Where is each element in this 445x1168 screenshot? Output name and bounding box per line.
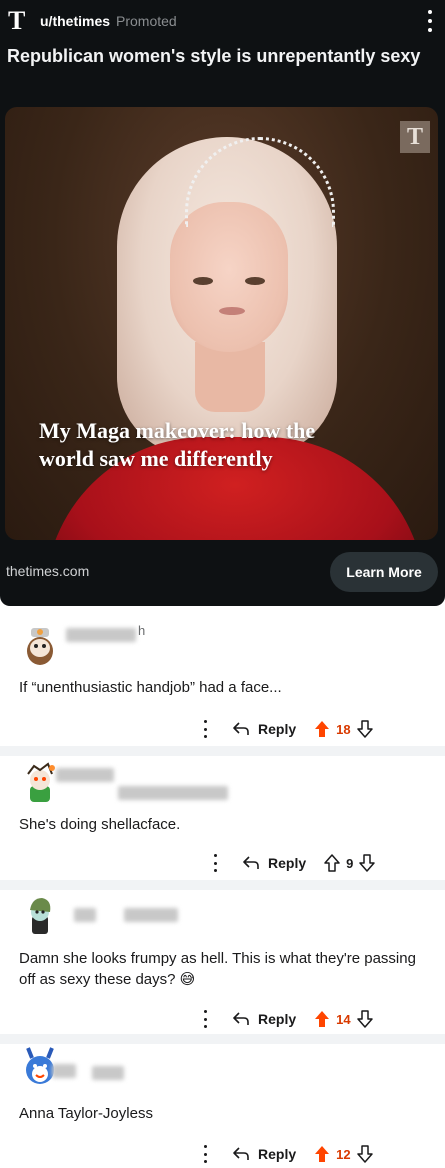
username-suffix: h — [138, 623, 146, 638]
reply-label: Reply — [258, 721, 297, 737]
reply-arrow-icon — [233, 1012, 249, 1025]
vote-score: 18 — [336, 721, 351, 737]
image-neck-shape — [195, 342, 265, 412]
promoted-post-card[interactable]: T u/thetimes Promoted Republican women's… — [0, 0, 445, 606]
comment: Anna Taylor-Joyless Reply 12 — [0, 1044, 445, 1168]
comment-actions: Reply 12 — [198, 1142, 373, 1166]
reply-arrow-icon — [243, 856, 259, 869]
image-mouth-shape — [219, 307, 245, 315]
reply-label: Reply — [258, 1011, 297, 1027]
image-headline: My Maga makeover: how the world saw me d… — [39, 418, 316, 471]
more-options-icon[interactable] — [425, 10, 435, 32]
user-avatar[interactable] — [18, 624, 62, 668]
more-vertical-icon[interactable] — [198, 1010, 212, 1028]
username-redacted — [66, 628, 136, 642]
upvote-arrow-icon[interactable] — [314, 1010, 330, 1028]
username-redacted — [92, 1066, 124, 1080]
more-vertical-icon[interactable] — [198, 720, 212, 738]
vote-controls: 12 — [314, 1145, 373, 1163]
vote-controls: 18 — [314, 720, 373, 738]
reply-button[interactable]: Reply — [242, 855, 306, 871]
comment-text: Damn she looks frumpy as hell. This is w… — [19, 950, 416, 988]
upvote-arrow-icon[interactable] — [324, 854, 340, 872]
vote-score: 14 — [336, 1011, 351, 1027]
user-avatar[interactable] — [18, 892, 62, 936]
upvote-arrow-icon[interactable] — [314, 1145, 330, 1163]
comment-divider — [0, 1034, 445, 1044]
reply-label: Reply — [268, 855, 307, 871]
ad-domain-link[interactable]: thetimes.com — [6, 563, 89, 579]
comment: h If “unenthusiastic handjob” had a face… — [0, 620, 445, 748]
comment-divider — [0, 880, 445, 890]
vote-score: 9 — [346, 855, 354, 871]
reply-button[interactable]: Reply — [232, 1146, 296, 1162]
comment-text: She's doing shellacface. — [19, 816, 181, 833]
downvote-arrow-icon[interactable] — [359, 854, 376, 872]
more-vertical-icon[interactable] — [208, 854, 222, 872]
post-header: T u/thetimes Promoted — [8, 8, 177, 34]
comment-actions: Reply 14 — [198, 1007, 373, 1031]
promoted-label: Promoted — [116, 13, 177, 29]
comment: Damn she looks frumpy as hell. This is w… — [0, 890, 445, 1036]
username-redacted — [74, 908, 96, 922]
user-avatar[interactable] — [18, 760, 62, 804]
image-eye-shape — [193, 277, 213, 285]
vote-controls: 9 — [324, 854, 376, 872]
vote-score: 12 — [336, 1146, 351, 1162]
reply-label: Reply — [258, 1146, 297, 1162]
comment-actions: Reply 18 — [198, 717, 373, 741]
post-title[interactable]: Republican women's style is unrepentantl… — [7, 43, 427, 69]
image-logo-badge: T — [400, 121, 430, 153]
downvote-arrow-icon[interactable] — [356, 1010, 373, 1028]
comment: She's doing shellacface. Reply 9 — [0, 756, 445, 882]
username-redacted — [52, 1064, 76, 1078]
username-redacted — [118, 786, 228, 800]
more-vertical-icon[interactable] — [198, 1145, 212, 1163]
downvote-arrow-icon[interactable] — [356, 1145, 373, 1163]
reply-arrow-icon — [233, 722, 249, 735]
upvote-arrow-icon[interactable] — [314, 720, 330, 738]
vote-controls: 14 — [314, 1010, 373, 1028]
comment-divider — [0, 746, 445, 756]
username-redacted — [124, 908, 178, 922]
downvote-arrow-icon[interactable] — [356, 720, 373, 738]
advertiser-username[interactable]: u/thetimes — [40, 13, 110, 29]
learn-more-button[interactable]: Learn More — [330, 552, 438, 592]
username-redacted — [56, 768, 114, 782]
advertiser-logo[interactable]: T — [8, 8, 30, 34]
reply-button[interactable]: Reply — [232, 721, 296, 737]
comment-text: Anna Taylor-Joyless — [19, 1105, 153, 1122]
post-image[interactable]: T My Maga makeover: how the world saw me… — [5, 107, 438, 540]
comment-text: If “unenthusiastic handjob” had a face..… — [19, 679, 282, 696]
reply-button[interactable]: Reply — [232, 1011, 296, 1027]
comment-actions: Reply 9 — [208, 851, 376, 875]
image-eye-shape — [245, 277, 265, 285]
reply-arrow-icon — [233, 1147, 249, 1160]
